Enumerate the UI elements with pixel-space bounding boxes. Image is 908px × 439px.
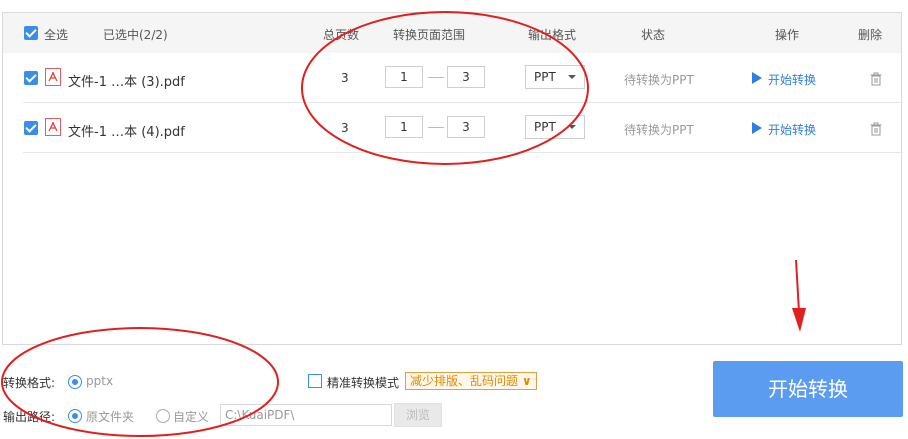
precise-tip-text: 减少排版、乱码问题 [410,374,519,388]
precise-mode-checkbox[interactable] [308,374,322,388]
chevron-down-icon [568,75,576,79]
col-action: 操作 [775,28,800,42]
custom-path-label[interactable]: 自定义 [173,408,209,425]
col-page-range: 转换页面范围 [393,28,466,42]
select-all-label[interactable]: 全选 [44,26,68,43]
file-name: 文件-1 …本 (3).pdf [68,75,185,90]
trash-icon[interactable] [870,72,882,86]
pdf-file-icon [45,118,61,136]
select-all-checkbox[interactable] [24,26,38,40]
pdf-file-icon [45,68,61,86]
output-format-select[interactable]: PPT [525,65,585,89]
range-start-input[interactable]: 1 [385,116,423,138]
play-icon[interactable] [752,72,762,84]
start-convert-link[interactable]: 开始转换 [768,71,816,88]
output-format-select[interactable]: PPT [525,115,585,139]
precise-mode-label[interactable]: 精准转换模式 [327,374,399,391]
custom-path-radio[interactable] [156,409,170,423]
source-folder-label[interactable]: 原文件夹 [86,408,134,425]
row-checkbox[interactable] [24,121,38,135]
range-separator [428,127,444,128]
status-text: 待转换为PPT [624,73,694,87]
file-name: 文件-1 …本 (4).pdf [68,125,185,140]
chevron-down-icon [568,125,576,129]
output-format-value: PPT [534,120,556,134]
browse-button[interactable]: 浏览 [394,403,442,427]
output-path-label: 输出路径: [3,410,56,424]
col-output-format: 输出格式 [528,28,577,42]
col-status: 状态 [641,28,666,42]
status-text: 待转换为PPT [624,123,694,137]
format-label: 转换格式: [3,376,56,390]
col-total-pages: 总页数 [323,28,360,42]
selected-count: 已选中(2/2) [103,28,168,42]
total-pages: 3 [341,121,349,135]
format-pptx-radio[interactable] [68,375,82,389]
play-icon[interactable] [752,122,762,134]
range-start-input[interactable]: 1 [385,66,423,88]
output-path-input[interactable]: C:\KuaiPDF\ [220,404,392,426]
range-end-input[interactable]: 3 [447,66,485,88]
table-row: 文件-1 …本 (3).pdf 3 1 3 PPT 待转换为PPT 开始转换 [23,53,903,103]
source-folder-radio[interactable] [68,409,82,423]
start-convert-button[interactable]: 开始转换 [713,361,903,417]
file-list-panel: 全选 已选中(2/2) 总页数 转换页面范围 输出格式 状态 操作 删除 文件-… [2,12,903,345]
range-end-input[interactable]: 3 [447,116,485,138]
col-delete: 删除 [858,28,883,42]
output-format-value: PPT [534,70,556,84]
precise-tip-badge[interactable]: 减少排版、乱码问题 ∨ [405,372,537,390]
format-option-label[interactable]: pptx [86,374,113,388]
row-checkbox[interactable] [24,71,38,85]
file-list-header: 全选 已选中(2/2) 总页数 转换页面范围 输出格式 状态 操作 删除 [3,13,901,53]
total-pages: 3 [341,71,349,85]
chevron-down-icon: ∨ [521,374,532,388]
start-convert-link[interactable]: 开始转换 [768,121,816,138]
range-separator [428,77,444,78]
trash-icon[interactable] [870,122,882,136]
table-row: 文件-1 …本 (4).pdf 3 1 3 PPT 待转换为PPT 开始转换 [23,103,903,153]
